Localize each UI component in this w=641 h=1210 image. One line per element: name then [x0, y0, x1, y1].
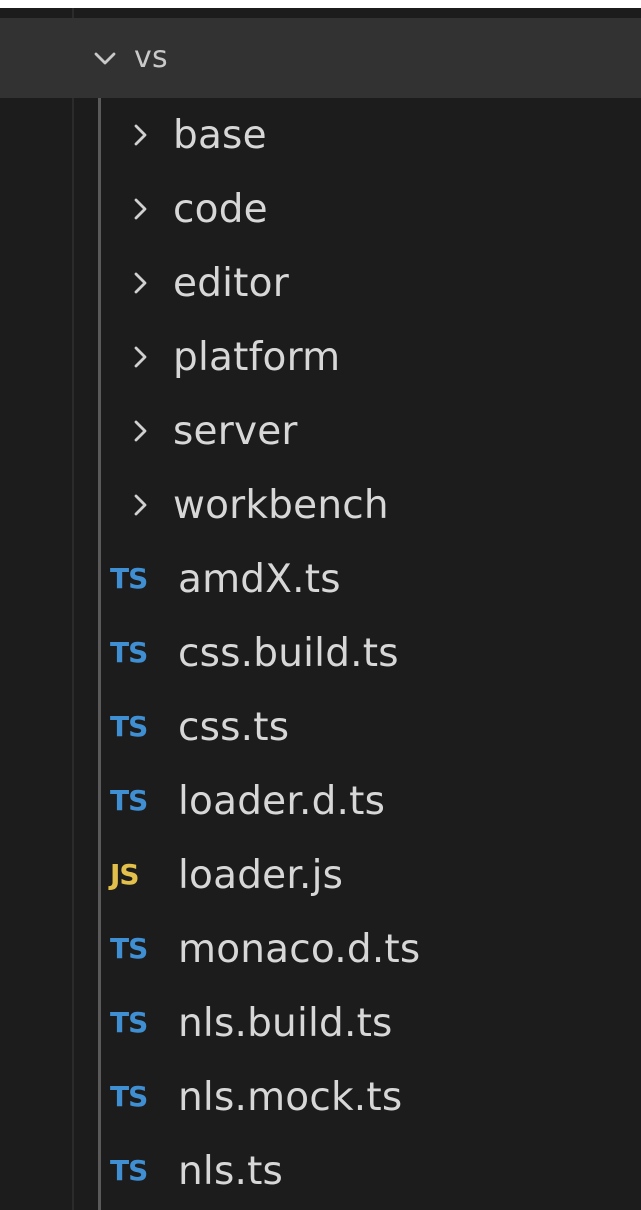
- folder-server[interactable]: server: [0, 394, 641, 468]
- typescript-file-icon: TS: [110, 1154, 148, 1187]
- folder-label: vs: [134, 40, 168, 75]
- file-label: loader.d.ts: [178, 778, 386, 824]
- chevron-down-icon: [90, 43, 120, 73]
- chevron-right-icon: [125, 120, 155, 150]
- folder-label: server: [173, 408, 298, 454]
- typescript-file-icon: TS: [110, 932, 148, 965]
- chevron-right-icon: [125, 194, 155, 224]
- file-nls-build-ts[interactable]: TS nls.build.ts: [0, 986, 641, 1060]
- typescript-file-icon: TS: [110, 636, 148, 669]
- typescript-file-icon: TS: [110, 1080, 148, 1113]
- chevron-right-icon: [125, 416, 155, 446]
- folder-base[interactable]: base: [0, 98, 641, 172]
- folder-label: code: [173, 186, 268, 232]
- folder-code[interactable]: code: [0, 172, 641, 246]
- file-label: css.build.ts: [178, 630, 399, 676]
- javascript-file-icon: JS: [110, 858, 140, 891]
- file-loader-d-ts[interactable]: TS loader.d.ts: [0, 764, 641, 838]
- file-label: nls.ts: [178, 1148, 284, 1194]
- folder-platform[interactable]: platform: [0, 320, 641, 394]
- folder-label: editor: [173, 260, 289, 306]
- folder-workbench[interactable]: workbench: [0, 468, 641, 542]
- file-explorer: vs base code editor platform server work…: [0, 8, 641, 1210]
- file-label: loader.js: [178, 852, 344, 898]
- chevron-right-icon: [125, 268, 155, 298]
- typescript-file-icon: TS: [110, 710, 148, 743]
- file-label: monaco.d.ts: [178, 926, 421, 972]
- file-nls-ts[interactable]: TS nls.ts: [0, 1134, 641, 1208]
- folder-label: platform: [173, 334, 341, 380]
- file-label: nls.build.ts: [178, 1000, 393, 1046]
- chevron-right-icon: [125, 490, 155, 520]
- file-label: amdX.ts: [178, 556, 341, 602]
- folder-editor[interactable]: editor: [0, 246, 641, 320]
- file-nls-mock-ts[interactable]: TS nls.mock.ts: [0, 1060, 641, 1134]
- file-amdx-ts[interactable]: TS amdX.ts: [0, 542, 641, 616]
- top-strip: [0, 0, 641, 8]
- folder-vs[interactable]: vs: [0, 18, 641, 98]
- file-label: nls.mock.ts: [178, 1074, 403, 1120]
- file-monaco-d-ts[interactable]: TS monaco.d.ts: [0, 912, 641, 986]
- folder-label: base: [173, 112, 267, 158]
- file-css-build-ts[interactable]: TS css.build.ts: [0, 616, 641, 690]
- chevron-right-icon: [125, 342, 155, 372]
- file-loader-js[interactable]: JS loader.js: [0, 838, 641, 912]
- typescript-file-icon: TS: [110, 1006, 148, 1039]
- file-label: css.ts: [178, 704, 290, 750]
- typescript-file-icon: TS: [110, 784, 148, 817]
- typescript-file-icon: TS: [110, 562, 148, 595]
- file-css-ts[interactable]: TS css.ts: [0, 690, 641, 764]
- folder-label: workbench: [173, 482, 389, 528]
